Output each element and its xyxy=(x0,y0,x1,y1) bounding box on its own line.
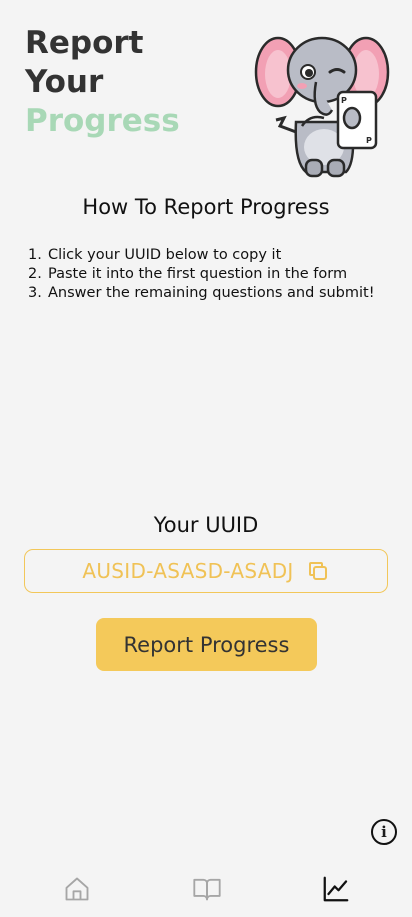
instructions-list: 1. Click your UUID below to copy it 2. P… xyxy=(28,246,378,303)
book-icon xyxy=(193,878,221,901)
nav-item-learn[interactable] xyxy=(192,874,222,904)
step-text: Click your UUID below to copy it xyxy=(48,247,282,263)
home-icon xyxy=(65,877,89,901)
instruction-step: 3. Answer the remaining questions and su… xyxy=(28,284,378,303)
svg-text:P: P xyxy=(366,136,372,145)
nav-item-home[interactable] xyxy=(62,874,92,904)
svg-text:P: P xyxy=(341,96,347,105)
bottom-nav xyxy=(0,858,412,917)
uuid-label: Your UUID xyxy=(153,513,259,537)
info-icon: i xyxy=(381,823,387,841)
title-line-report: Report xyxy=(25,25,144,61)
step-number: 2. xyxy=(28,266,42,282)
info-button[interactable]: i xyxy=(371,819,397,845)
copy-icon xyxy=(306,559,330,583)
step-number: 1. xyxy=(28,247,42,263)
nav-item-progress[interactable] xyxy=(321,874,351,904)
instruction-step: 1. Click your UUID below to copy it xyxy=(28,246,378,265)
step-number: 3. xyxy=(28,285,42,301)
uuid-value: AUSID-ASASD-ASADJ xyxy=(82,559,294,583)
uuid-copy-button[interactable]: AUSID-ASASD-ASADJ xyxy=(24,549,388,593)
instructions-title: How To Report Progress xyxy=(82,195,330,219)
page-title: Report Your Progress xyxy=(25,24,180,141)
instruction-step: 2. Paste it into the first question in t… xyxy=(28,265,378,284)
chart-icon xyxy=(323,876,349,902)
step-text: Paste it into the first question in the … xyxy=(48,266,348,282)
title-line-progress: Progress xyxy=(25,103,180,139)
report-progress-button[interactable]: Report Progress xyxy=(96,618,317,671)
elephant-mascot-icon: P P xyxy=(254,36,390,178)
step-text: Answer the remaining questions and submi… xyxy=(48,285,375,301)
title-line-your: Your xyxy=(25,64,104,100)
report-progress-screen: Report Your Progress P P How To Report P… xyxy=(0,0,412,917)
